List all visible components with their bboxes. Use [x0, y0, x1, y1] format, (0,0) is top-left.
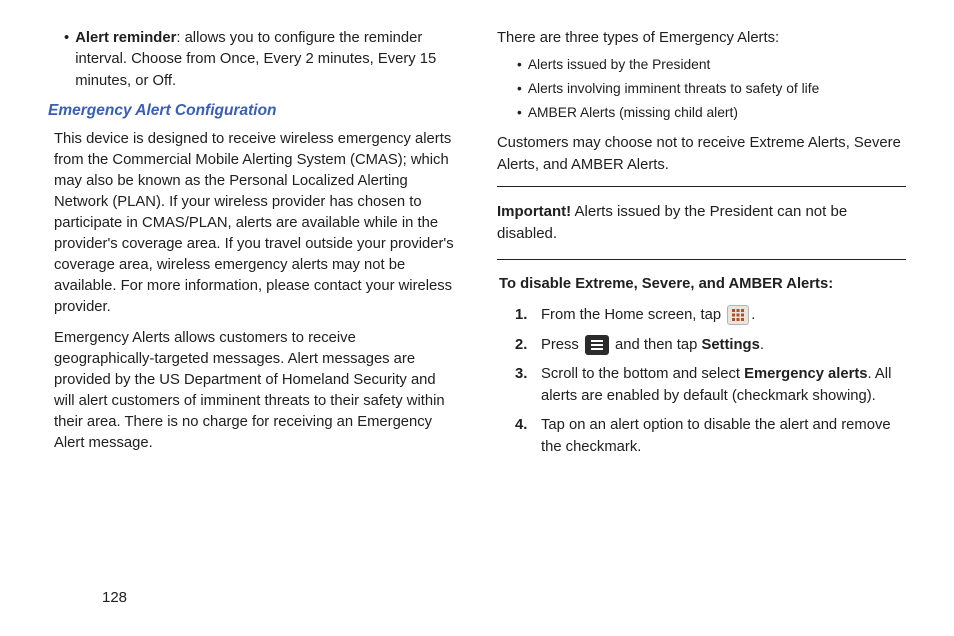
type-item-imminent: • Alerts involving imminent threats to s… [517, 79, 906, 99]
bullet-alert-reminder: • Alert reminder: allows you to configur… [64, 28, 457, 92]
step3-text-a: Scroll to the bottom and select [541, 366, 744, 382]
apps-icon [727, 305, 749, 325]
optout-paragraph: Customers may choose not to receive Extr… [497, 133, 906, 176]
paragraph-cmas: This device is designed to receive wirel… [54, 129, 457, 318]
menu-icon [585, 335, 609, 355]
type-text: AMBER Alerts (missing child alert) [528, 103, 738, 123]
divider-bottom [497, 259, 906, 260]
bullet-dot: • [517, 55, 522, 75]
two-column-layout: • Alert reminder: allows you to configur… [48, 28, 906, 568]
type-text: Alerts issued by the President [528, 55, 711, 75]
step1-text-b: . [751, 307, 755, 323]
step-4: 4. Tap on an alert option to disable the… [515, 415, 906, 458]
step-number: 3. [515, 364, 541, 407]
step-body: Scroll to the bottom and select Emergenc… [541, 364, 906, 407]
step2-text-b: and then tap [611, 337, 702, 353]
page-number: 128 [102, 589, 127, 606]
step3-em: Emergency alerts [744, 366, 867, 382]
bullet-dot: • [517, 103, 522, 123]
bullet-dot: • [64, 28, 69, 92]
type-item-amber: • AMBER Alerts (missing child alert) [517, 103, 906, 123]
divider-top [497, 186, 906, 187]
step-number: 1. [515, 305, 541, 326]
type-text: Alerts involving imminent threats to saf… [528, 79, 819, 99]
step-body: Press and then tap Settings. [541, 335, 906, 356]
step-body: Tap on an alert option to disable the al… [541, 415, 906, 458]
step2-text-a: Press [541, 337, 583, 353]
step2-settings: Settings [701, 337, 759, 353]
paragraph-dhs: Emergency Alerts allows customers to rec… [54, 328, 457, 454]
step2-text-c: . [760, 337, 764, 353]
subheading-emergency-alert-config: Emergency Alert Configuration [48, 100, 457, 122]
step-3: 3. Scroll to the bottom and select Emerg… [515, 364, 906, 407]
types-intro: There are three types of Emergency Alert… [497, 28, 906, 49]
bullet-dot: • [517, 79, 522, 99]
step-number: 4. [515, 415, 541, 458]
step-number: 2. [515, 335, 541, 356]
important-label: Important! [497, 203, 571, 220]
left-column: • Alert reminder: allows you to configur… [48, 28, 457, 568]
step-2: 2. Press and then tap Settings. [515, 335, 906, 356]
type-item-president: • Alerts issued by the President [517, 55, 906, 75]
bullet-text: Alert reminder: allows you to configure … [75, 28, 457, 92]
alert-reminder-term: Alert reminder [75, 30, 176, 46]
step-1: 1. From the Home screen, tap . [515, 305, 906, 326]
step-body: From the Home screen, tap . [541, 305, 906, 326]
important-note: Important! Alerts issued by the Presiden… [497, 195, 906, 251]
disable-heading: To disable Extreme, Severe, and AMBER Al… [499, 274, 906, 295]
right-column: There are three types of Emergency Alert… [497, 28, 906, 568]
step1-text-a: From the Home screen, tap [541, 307, 725, 323]
